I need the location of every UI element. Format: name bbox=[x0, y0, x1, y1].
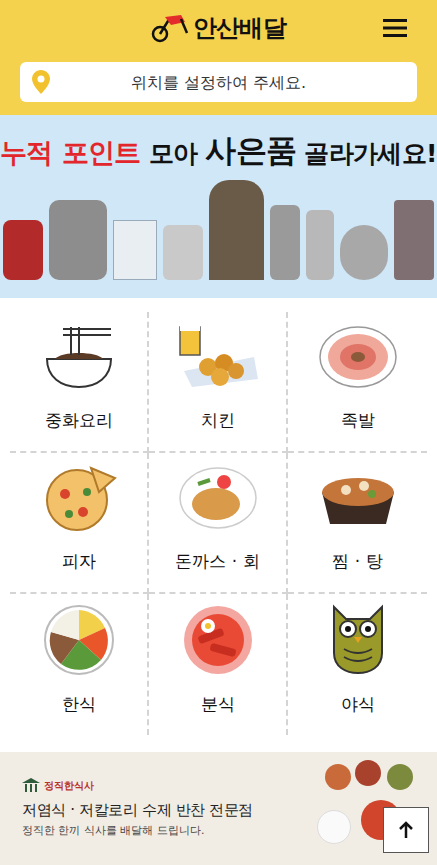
category-item[interactable]: 한식 bbox=[10, 594, 149, 735]
bottom-banner[interactable]: 정직한식사 저염식 · 저칼로리 수제 반찬 전문점 정직한 한끼 식사를 배달… bbox=[0, 752, 437, 865]
banner-title-part: 누적 포인트 bbox=[0, 139, 140, 166]
scroll-top-button[interactable] bbox=[383, 807, 429, 853]
food-icon bbox=[174, 316, 262, 396]
logo[interactable]: 안산배달 bbox=[151, 10, 287, 46]
promo-title: 저염식 · 저칼로리 수제 반찬 전문점 bbox=[22, 799, 253, 822]
banner-title: 누적 포인트 모아 사은품 골라가세요! bbox=[0, 135, 437, 166]
promo-subtitle: 정직한 한끼 식사를 배달해 드립니다. bbox=[22, 823, 253, 840]
category-item[interactable]: 야식 bbox=[288, 594, 427, 735]
category-label: 야식 bbox=[341, 692, 375, 718]
category-label: 한식 bbox=[62, 692, 96, 718]
category-label: 피자 bbox=[62, 549, 96, 575]
food-icon bbox=[180, 600, 256, 680]
menu-icon[interactable] bbox=[383, 18, 407, 38]
category-label: 족발 bbox=[341, 408, 375, 434]
category-grid: 중화요리 치킨 족발피자 돈까스 · 회 찜 · 탕한식 분식 야식 bbox=[10, 312, 427, 735]
logo-text: 안산배달 bbox=[193, 10, 287, 46]
food-icon bbox=[318, 316, 398, 396]
promo-banner[interactable]: 누적 포인트 모아 사은품 골라가세요! bbox=[0, 115, 437, 298]
food-icon bbox=[316, 457, 400, 537]
arrow-up-icon bbox=[398, 821, 414, 839]
location-bar[interactable] bbox=[20, 62, 417, 102]
food-icon bbox=[41, 316, 117, 396]
category-label: 돈까스 · 회 bbox=[175, 549, 259, 575]
brand-roof-icon bbox=[22, 778, 40, 792]
category-item[interactable]: 족발 bbox=[288, 312, 427, 453]
brand-name: 정직한식사 bbox=[44, 778, 94, 793]
category-item[interactable]: 분식 bbox=[149, 594, 288, 735]
food-icon bbox=[328, 600, 388, 680]
location-input[interactable] bbox=[20, 62, 417, 102]
category-item[interactable]: 찜 · 탕 bbox=[288, 453, 427, 594]
bike-icon bbox=[151, 13, 191, 43]
category-label: 찜 · 탕 bbox=[332, 549, 382, 575]
category-label: 중화요리 bbox=[45, 408, 113, 434]
product-images bbox=[0, 180, 437, 280]
category-item[interactable]: 돈까스 · 회 bbox=[149, 453, 288, 594]
category-item[interactable]: 피자 bbox=[10, 453, 149, 594]
category-label: 분식 bbox=[201, 692, 235, 718]
banner-title-part: 모아 bbox=[141, 141, 206, 166]
category-item[interactable]: 치킨 bbox=[149, 312, 288, 453]
banner-title-part: 사은품 bbox=[205, 135, 296, 166]
banner-title-part: 골라가세요! bbox=[296, 141, 437, 166]
pin-icon bbox=[32, 70, 50, 94]
category-item[interactable]: 중화요리 bbox=[10, 312, 149, 453]
top-area: 안산배달 bbox=[0, 0, 437, 115]
food-icon bbox=[41, 600, 117, 680]
food-icon bbox=[41, 457, 117, 537]
category-label: 치킨 bbox=[201, 408, 235, 434]
header: 안산배달 bbox=[0, 0, 437, 56]
food-icon bbox=[178, 457, 258, 537]
